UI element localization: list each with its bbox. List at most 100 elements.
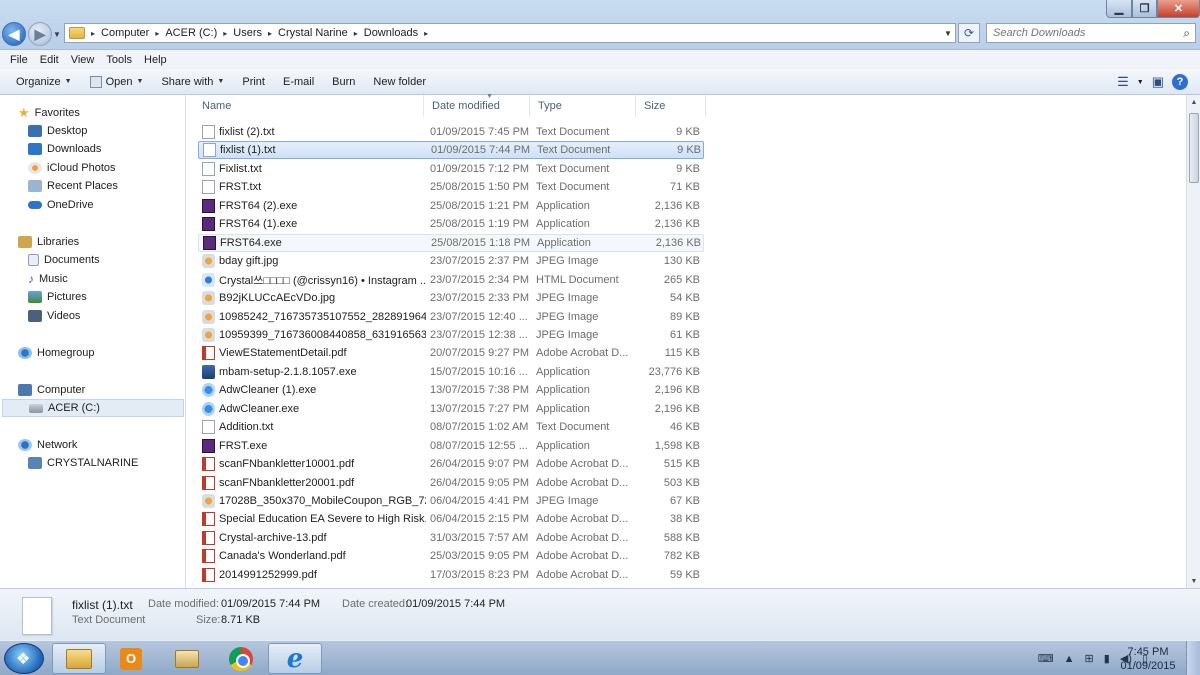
nav-favorites[interactable]: ★ Favorites xyxy=(18,104,80,122)
nav-network[interactable]: Network xyxy=(18,436,77,454)
breadcrumb-acer-c[interactable]: ACER (C:) xyxy=(165,27,217,39)
nav-pictures[interactable]: Pictures xyxy=(28,288,87,306)
nav-onedrive[interactable]: OneDrive xyxy=(28,196,93,214)
file-row[interactable]: Fixlist.txt 01/09/2015 7:12 PM Text Docume… xyxy=(198,160,704,178)
preview-pane-icon[interactable]: ▣ xyxy=(1152,74,1164,90)
start-button[interactable] xyxy=(4,643,44,674)
burn-button[interactable]: Burn xyxy=(326,76,367,88)
nav-acer-c[interactable]: ACER (C:) xyxy=(2,399,184,417)
menu-tools[interactable]: Tools xyxy=(100,54,138,66)
file-row[interactable]: AdwCleaner.exe 13/07/2015 7:27 PM Applicat… xyxy=(198,400,704,418)
file-row[interactable]: Crystal쓰□□□□ (@crissyn16) • Instagram ..… xyxy=(198,271,704,289)
file-row[interactable]: 10959399_716736008440858_63191656326... 2… xyxy=(198,326,704,344)
network-signal-icon[interactable]: ▮ xyxy=(1104,652,1110,665)
chevron-right-icon[interactable]: ▸ xyxy=(91,29,95,38)
menu-help[interactable]: Help xyxy=(138,54,173,66)
file-row[interactable]: FRST.exe 08/07/2015 12:55 ... Application 1… xyxy=(198,437,704,455)
nav-crystalnarine[interactable]: CRYSTALNARINE xyxy=(28,454,138,472)
nav-icloud-photos[interactable]: iCloud Photos xyxy=(28,159,116,177)
chevron-right-icon[interactable]: ▸ xyxy=(354,29,358,38)
menu-file[interactable]: File xyxy=(4,54,34,66)
file-row[interactable]: 17028B_350x370_MobileCoupon_RGB_72... 06/… xyxy=(198,492,704,510)
show-desktop-button[interactable] xyxy=(1186,641,1200,675)
organize-button[interactable]: Organize ▼ xyxy=(10,76,84,88)
file-row[interactable]: fixlist (1).txt 01/09/2015 7:44 PM Text Do… xyxy=(198,141,704,160)
file-row[interactable]: Canada's Wonderland.pdf 25/03/2015 9:05 P… xyxy=(198,547,704,565)
chevron-right-icon[interactable]: ▸ xyxy=(223,29,227,38)
taskbar-outlook[interactable]: O xyxy=(104,643,158,674)
email-button[interactable]: E-mail xyxy=(277,76,326,88)
breadcrumb-downloads[interactable]: Downloads xyxy=(364,27,418,39)
file-row[interactable]: fixlist (2).txt 01/09/2015 7:45 PM Text Do… xyxy=(198,123,704,141)
help-icon[interactable]: ? xyxy=(1172,74,1188,90)
file-row[interactable]: FRST64.exe 25/08/2015 1:18 PM Application 2… xyxy=(198,233,704,252)
nav-downloads[interactable]: Downloads xyxy=(28,140,101,158)
back-button[interactable]: ◀ xyxy=(2,22,26,46)
chevron-right-icon[interactable]: ▸ xyxy=(424,29,428,38)
nav-documents[interactable]: Documents xyxy=(28,251,100,269)
address-history-dropdown[interactable]: ▼ xyxy=(940,24,956,42)
column-header-size[interactable]: Size xyxy=(636,95,706,117)
breadcrumb-users[interactable]: Users xyxy=(233,27,262,39)
taskbar-internet-explorer[interactable]: e xyxy=(268,643,322,674)
file-row[interactable]: B92jKLUCcAEcVDo.jpg 23/07/2015 2:33 PM JPE… xyxy=(198,289,704,307)
taskbar-chrome[interactable] xyxy=(214,643,268,674)
print-button[interactable]: Print xyxy=(236,76,277,88)
nav-homegroup[interactable]: Homegroup xyxy=(18,344,94,362)
breadcrumb-computer[interactable]: Computer xyxy=(101,27,149,39)
file-row[interactable]: scanFNbankletter10001.pdf 26/04/2015 9:07… xyxy=(198,455,704,473)
close-button[interactable]: ✕ xyxy=(1157,0,1200,18)
file-row[interactable]: bday gift.jpg 23/07/2015 2:37 PM JPEG Imag… xyxy=(198,252,704,270)
file-row[interactable]: AdwCleaner (1).exe 13/07/2015 7:38 PM Appl… xyxy=(198,381,704,399)
file-row[interactable]: 10985242_716735735107552_28289196435... 2… xyxy=(198,308,704,326)
breadcrumb-crystal-narine[interactable]: Crystal Narine xyxy=(278,27,348,39)
file-row[interactable]: FRST64 (2).exe 25/08/2015 1:21 PM Applicat… xyxy=(198,197,704,215)
chevron-right-icon[interactable]: ▸ xyxy=(268,29,272,38)
new-folder-button[interactable]: New folder xyxy=(367,76,438,88)
refresh-button[interactable]: ⟳ xyxy=(958,23,980,43)
nav-libraries[interactable]: Libraries xyxy=(18,233,79,251)
search-box[interactable]: ⌕ xyxy=(986,23,1196,43)
menu-view[interactable]: View xyxy=(65,54,101,66)
nav-computer[interactable]: Computer xyxy=(18,381,85,399)
nav-music[interactable]: ♪ Music xyxy=(28,270,68,288)
menu-edit[interactable]: Edit xyxy=(34,54,65,66)
chevron-down-icon[interactable]: ▼ xyxy=(1137,79,1144,86)
scroll-thumb[interactable] xyxy=(1189,113,1199,183)
share-with-button[interactable]: Share with ▼ xyxy=(155,76,236,88)
minimize-button[interactable]: ▁ xyxy=(1106,0,1132,18)
column-header-type[interactable]: Type xyxy=(530,95,636,117)
file-row[interactable]: Special Education EA Severe to High Risk… xyxy=(198,510,704,528)
windows-flag-icon[interactable]: ⊞ xyxy=(1085,652,1094,665)
column-header-name[interactable]: Name xyxy=(194,95,424,117)
view-options-icon[interactable]: ☰ xyxy=(1117,74,1129,90)
vertical-scrollbar[interactable]: ▲ ▼ xyxy=(1186,95,1200,588)
file-row[interactable]: ViewEStatementDetail.pdf 20/07/2015 9:27 … xyxy=(198,344,704,362)
nav-videos[interactable]: Videos xyxy=(28,307,80,325)
nav-recent-places[interactable]: Recent Places xyxy=(28,177,118,195)
maximize-button[interactable]: ❐ xyxy=(1132,0,1157,18)
nav-desktop[interactable]: Desktop xyxy=(28,122,87,140)
column-header-date-modified[interactable]: Date modified xyxy=(424,95,530,117)
scroll-up-button[interactable]: ▲ xyxy=(1187,95,1200,109)
clock[interactable]: 7:45 PM 01/09/2015 xyxy=(1118,645,1178,673)
keyboard-icon[interactable]: ⌨ xyxy=(1038,652,1054,665)
file-row[interactable]: FRST64 (1).exe 25/08/2015 1:19 PM Applicat… xyxy=(198,215,704,233)
address-bar[interactable]: ▸ Computer ▸ ACER (C:) ▸ Users ▸ Crystal… xyxy=(64,23,956,43)
scroll-down-button[interactable]: ▼ xyxy=(1187,574,1200,588)
chevron-up-icon[interactable]: ▲ xyxy=(1064,653,1075,665)
taskbar-library-folder[interactable] xyxy=(160,643,214,674)
recent-pages-dropdown[interactable]: ▼ xyxy=(53,30,61,39)
forward-button[interactable]: ▶ xyxy=(28,22,52,46)
open-button[interactable]: Open ▼ xyxy=(84,75,156,88)
file-row[interactable]: Addition.txt 08/07/2015 1:02 AM Text Docum… xyxy=(198,418,704,436)
file-row[interactable]: FRST.txt 25/08/2015 1:50 PM Text Document 7… xyxy=(198,178,704,196)
search-input[interactable] xyxy=(987,24,1167,42)
taskbar-windows-explorer[interactable] xyxy=(52,643,106,674)
search-icon[interactable]: ⌕ xyxy=(1183,26,1190,41)
chevron-right-icon[interactable]: ▸ xyxy=(155,29,159,38)
file-row[interactable]: 2014991252999.pdf 17/03/2015 8:23 PM Adobe… xyxy=(198,566,704,584)
file-row[interactable]: scanFNbankletter20001.pdf 26/04/2015 9:05… xyxy=(198,474,704,492)
file-row[interactable]: Crystal-archive-13.pdf 31/03/2015 7:57 AM… xyxy=(198,529,704,547)
file-row[interactable]: mbam-setup-2.1.8.1057.exe 15/07/2015 10:1… xyxy=(198,363,704,381)
